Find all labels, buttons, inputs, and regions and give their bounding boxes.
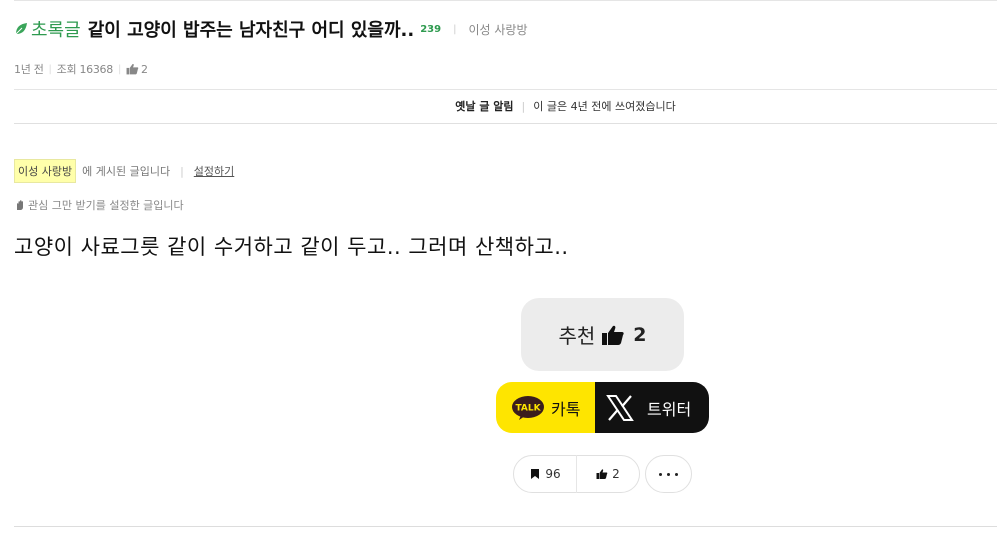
recommend-button[interactable]: 추천 2: [521, 298, 684, 371]
meta-divider: |: [48, 63, 52, 75]
like-count-meta: 2: [141, 62, 148, 76]
interest-text: 관심 그만 받기를 설정한 글입니다: [28, 199, 184, 212]
category-label[interactable]: 초록글: [31, 16, 81, 42]
like-button[interactable]: 2: [577, 456, 639, 492]
more-icon-dot: [667, 472, 670, 476]
notice-label: 옛날 글 알림: [455, 100, 514, 113]
board-link[interactable]: 이성 사랑방: [468, 21, 527, 38]
thumb-up-icon: [602, 325, 624, 345]
more-button[interactable]: [645, 455, 692, 493]
meta-divider: |: [117, 63, 122, 75]
kakao-badge-text: TALK: [515, 403, 541, 413]
bottom-divider: [14, 526, 997, 527]
thumb-up-icon: [596, 469, 608, 479]
x-logo-icon: [606, 394, 634, 421]
action-pill: 96 2: [513, 455, 640, 493]
board-tag[interactable]: 이성 사랑방: [14, 159, 77, 183]
leaf-icon: [15, 23, 27, 35]
more-icon-dot: [675, 472, 678, 476]
kakao-share-button[interactable]: TALK 카톡: [496, 382, 595, 433]
posted-in-text: 에 게시된 글입니다: [82, 165, 171, 178]
more-icon: [659, 472, 662, 476]
post-body: 고양이 사료그릇 같이 수거하고 같이 두고.. 그러며 산책하고..: [14, 235, 569, 259]
twitter-share-button[interactable]: 트위터: [595, 382, 709, 433]
top-divider: [14, 0, 997, 1]
comment-count[interactable]: 239: [420, 24, 441, 35]
thumb-up-icon: [126, 63, 139, 75]
notice-text: 이 글은 4년 전에 쓰여졌습니다: [533, 100, 676, 113]
view-count: 조회 16368: [56, 63, 114, 76]
kakao-label: 카톡: [551, 399, 581, 419]
post-meta: 1년 전 | 조회 16368 | 2: [14, 60, 148, 78]
interest-notice: 관심 그만 받기를 설정한 글입니다: [14, 196, 184, 214]
bookmark-count: 96: [545, 467, 561, 481]
post-title: 같이 고양이 밥주는 남자친구 어디 있을까..: [87, 20, 415, 41]
hand-icon: [17, 200, 23, 210]
title-divider: |: [453, 23, 457, 35]
twitter-label: 트위터: [647, 399, 692, 419]
like-count: 2: [612, 467, 620, 481]
recommend-count: 2: [633, 323, 647, 346]
share-buttons: TALK 카톡 트위터: [496, 382, 709, 433]
post-title-row: 초록글 같이 고양이 밥주는 남자친구 어디 있을까.. 239 | 이성 사랑…: [14, 14, 527, 44]
old-post-notice: 옛날 글 알림 | 이 글은 4년 전에 쓰여졌습니다: [14, 89, 997, 124]
board-info-divider: |: [180, 164, 184, 178]
post-time: 1년 전: [14, 63, 44, 76]
recommend-label: 추천: [558, 324, 596, 348]
board-info-row: 이성 사랑방 에 게시된 글입니다 | 설정하기: [14, 159, 234, 183]
settings-link[interactable]: 설정하기: [194, 163, 234, 179]
bookmark-button[interactable]: 96: [514, 456, 576, 492]
notice-divider-pipe: |: [521, 99, 526, 113]
kakao-talk-icon: TALK: [512, 395, 544, 420]
bookmark-icon: [531, 469, 540, 479]
